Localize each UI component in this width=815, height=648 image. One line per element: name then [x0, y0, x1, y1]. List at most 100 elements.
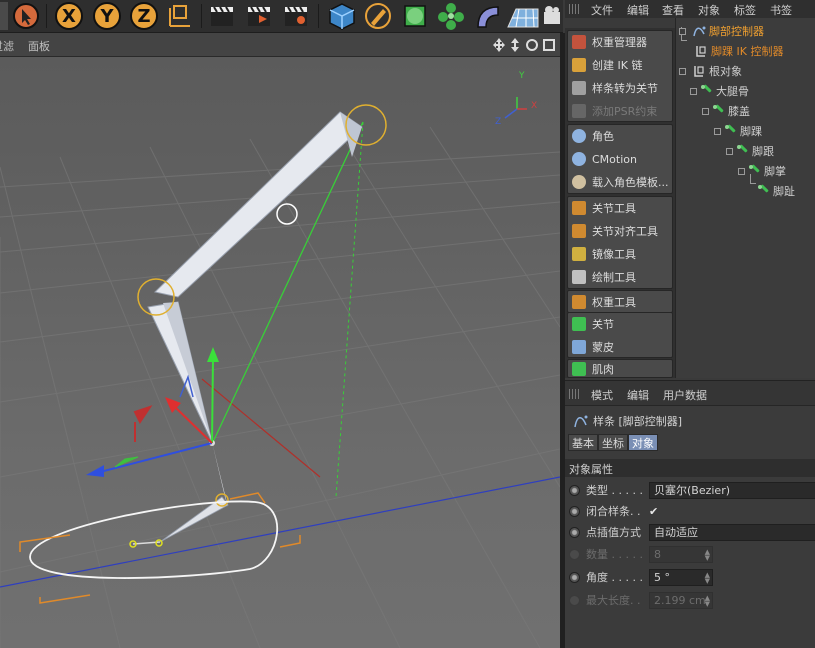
tool-weight[interactable]: 权重工具: [568, 291, 672, 313]
tree-item-heel[interactable]: 脚跟: [726, 142, 774, 160]
render-picture-viewer-button[interactable]: [244, 1, 274, 31]
interpolation-dropdown[interactable]: 自动适应: [649, 523, 815, 541]
viewport-menu-panel[interactable]: 面板: [28, 38, 50, 54]
tool-label: 关节工具: [592, 202, 636, 215]
prop-interpolation: 点插值方式 自动适应: [569, 522, 815, 542]
panel-grip-icon: [569, 389, 579, 399]
tree-item-toe[interactable]: 脚趾: [758, 182, 795, 200]
tab-basic[interactable]: 基本: [568, 434, 598, 451]
viewport-menubar: 过滤 面板: [0, 33, 560, 57]
tool-label: 镜像工具: [592, 248, 636, 261]
animate-radio[interactable]: [569, 571, 580, 583]
deformer-button[interactable]: [471, 1, 503, 31]
tab-coord[interactable]: 坐标: [598, 434, 628, 451]
angle-field[interactable]: 5 ° ▲ ▼: [649, 568, 713, 586]
attr-menu-userdata[interactable]: 用户数据: [663, 387, 707, 403]
muscle-icon: [572, 362, 586, 376]
type-dropdown[interactable]: 贝塞尔(Bezier): [649, 481, 815, 499]
collapse-toggle[interactable]: [690, 87, 697, 95]
collapse-toggle[interactable]: [679, 67, 686, 75]
joint-icon: [725, 125, 737, 137]
tree-item-label: 大腿骨: [716, 85, 749, 98]
tool-skin[interactable]: 蒙皮: [568, 336, 672, 358]
view-axis-z-label: Z: [495, 117, 502, 127]
cmotion-icon: [572, 152, 586, 166]
subdivision-button[interactable]: [399, 1, 431, 31]
menu-object[interactable]: 对象: [698, 2, 720, 18]
animate-radio[interactable]: [569, 484, 580, 496]
cube-button[interactable]: [326, 1, 358, 31]
bend-icon: [477, 6, 499, 28]
floor-grid-icon: [507, 8, 539, 28]
tree-item-root[interactable]: 根对象: [679, 62, 742, 80]
collapse-toggle[interactable]: [738, 167, 745, 175]
floor-button[interactable]: [505, 1, 541, 31]
animate-radio[interactable]: [569, 526, 580, 538]
prop-angle: 角度 . . . . . 5 ° ▲ ▼: [569, 567, 815, 587]
tool-mirror[interactable]: 镜像工具: [568, 243, 672, 265]
collapse-toggle[interactable]: [679, 27, 686, 35]
menu-view[interactable]: 查看: [662, 2, 684, 18]
tool-muscle[interactable]: 肌肉: [568, 360, 672, 377]
menu-edit[interactable]: 编辑: [627, 2, 649, 18]
attr-menu-edit[interactable]: 编辑: [627, 387, 649, 403]
animate-radio[interactable]: [569, 505, 580, 517]
collapse-toggle[interactable]: [726, 147, 733, 155]
axis-z-button[interactable]: Z: [129, 1, 159, 31]
render-view-button[interactable]: [207, 1, 237, 31]
camera-button[interactable]: [541, 1, 563, 31]
tool-label: 权重工具: [592, 296, 636, 309]
tool-joint-align[interactable]: 关节对齐工具: [568, 220, 672, 242]
3d-viewport[interactable]: 过滤 面板: [0, 33, 560, 648]
menu-tags[interactable]: 标签: [734, 2, 756, 18]
pen-spline-button[interactable]: [362, 1, 394, 31]
tree-item-foot-controller[interactable]: 脚部控制器: [679, 22, 764, 40]
axis-y-button[interactable]: Y: [92, 1, 122, 31]
close-spline-checkbox[interactable]: ✔: [649, 505, 658, 518]
weight-tool-icon: [572, 295, 586, 309]
tool-label: CMotion: [592, 152, 637, 166]
clapper-gear-icon: [285, 6, 307, 26]
tab-object[interactable]: 对象: [628, 434, 658, 451]
tree-item-knee[interactable]: 膝盖: [702, 102, 750, 120]
prop-number: 数量 . . . . . 8 ▲ ▼: [569, 544, 815, 564]
tool-group-muscle: 肌肉: [567, 359, 673, 378]
coordinate-system-button[interactable]: [165, 1, 197, 31]
tool-label: 绘制工具: [592, 271, 636, 284]
collapse-toggle[interactable]: [714, 127, 721, 135]
axis-x-button[interactable]: X: [54, 1, 84, 31]
tool-spline-to-joint[interactable]: 样条转为关节: [568, 77, 672, 99]
render-settings-button[interactable]: [281, 1, 311, 31]
tool-group-joint-tools: 关节工具 关节对齐工具 镜像工具 绘制工具: [567, 196, 673, 289]
menu-bookmarks[interactable]: 书签: [770, 2, 792, 18]
tree-item-femur[interactable]: 大腿骨: [690, 82, 749, 100]
tool-joint-tool[interactable]: 关节工具: [568, 197, 672, 219]
attr-menu-mode[interactable]: 模式: [591, 387, 613, 403]
tool-label: 肌肉: [592, 363, 614, 376]
tool-paint[interactable]: 绘制工具: [568, 266, 672, 288]
live-selection-button[interactable]: [10, 1, 42, 31]
stepper-arrows-icon[interactable]: ▲ ▼: [705, 571, 710, 584]
collapse-toggle[interactable]: [702, 107, 709, 115]
tool-label: 样条转为关节: [592, 82, 658, 95]
floor-grid: [0, 126, 560, 648]
tool-cmotion[interactable]: CMotion: [568, 148, 672, 170]
tree-item-ankle[interactable]: 脚踝: [714, 122, 762, 140]
tree-item-ball[interactable]: 脚掌: [738, 162, 786, 180]
tool-create-ik-chain[interactable]: 创建 IK 链: [568, 54, 672, 76]
tool-weight-manager[interactable]: 权重管理器: [568, 31, 672, 53]
skin-icon: [572, 340, 586, 354]
joint-align-icon: [572, 224, 586, 238]
tool-character[interactable]: 角色: [568, 125, 672, 147]
tool-load-character-template[interactable]: 载入角色模板...: [568, 171, 672, 193]
view-axis-indicator: [504, 97, 527, 119]
cloner-button[interactable]: [435, 1, 467, 31]
tool-group-ik: 权重管理器 创建 IK 链 样条转为关节 添加PSR约束: [567, 30, 673, 122]
tool-joint[interactable]: 关节: [568, 313, 672, 335]
tree-item-ankle-ik-controller[interactable]: 脚踝 IK 控制器: [694, 42, 783, 60]
viewport-nav-icons[interactable]: [492, 37, 556, 53]
paint-tool-icon: [572, 270, 586, 284]
menu-file[interactable]: 文件: [591, 2, 613, 18]
viewport-menu-filter[interactable]: 过滤: [0, 38, 14, 54]
axis-z-label: Z: [130, 2, 158, 30]
